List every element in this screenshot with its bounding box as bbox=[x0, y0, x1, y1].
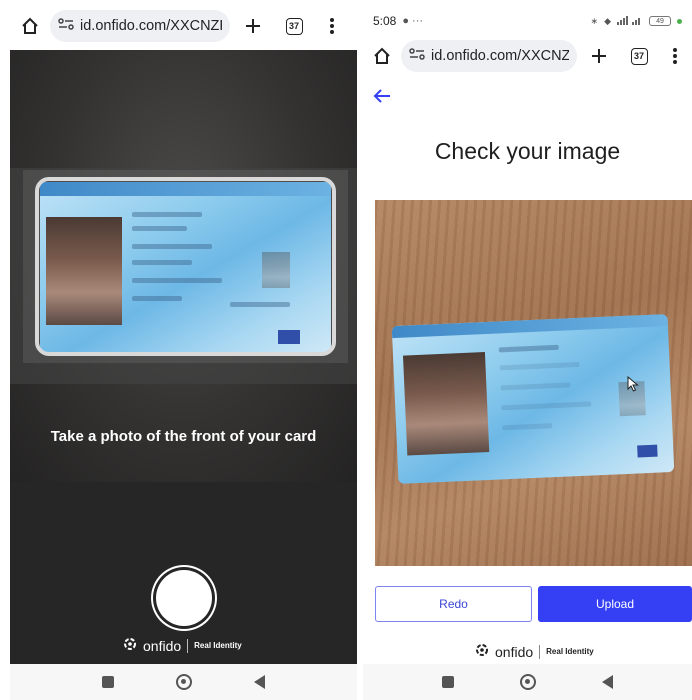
tab-count: 37 bbox=[630, 47, 648, 65]
tab-count: 37 bbox=[285, 17, 303, 35]
check-image-screen: 5:08 ● ··· ∗ ◆ 49 id.onfido.com/XXCNZRC … bbox=[363, 0, 692, 700]
privacy-indicator-icon bbox=[677, 18, 682, 24]
mute-icon: ◆ bbox=[604, 15, 611, 26]
more-menu-icon[interactable] bbox=[657, 40, 692, 72]
brand-divider bbox=[539, 644, 541, 659]
brand-divider bbox=[187, 638, 189, 653]
check-image-page: Check your image Redo Upload onfido Real… bbox=[363, 80, 692, 664]
signal-icon bbox=[617, 15, 643, 27]
onfido-logo-icon bbox=[123, 637, 137, 654]
capture-instruction: Take a photo of the front of your card bbox=[50, 428, 317, 445]
new-tab-icon[interactable] bbox=[230, 10, 276, 42]
status-time: 5:08 bbox=[373, 14, 397, 28]
address-bar[interactable]: id.onfido.com/XXCNZRC bbox=[401, 40, 577, 72]
page-title: Check your image bbox=[434, 138, 621, 164]
home-icon[interactable] bbox=[363, 40, 401, 72]
address-bar[interactable]: id.onfido.com/XXCNZRC bbox=[50, 10, 230, 42]
home-icon[interactable] bbox=[10, 10, 50, 42]
site-settings-icon[interactable] bbox=[409, 48, 425, 64]
captured-image bbox=[375, 200, 692, 566]
home-nav-icon[interactable] bbox=[520, 674, 536, 690]
brand-tagline: Real Identity bbox=[194, 641, 242, 650]
site-settings-icon[interactable] bbox=[58, 18, 74, 34]
tab-switcher-button[interactable]: 37 bbox=[621, 40, 657, 72]
card-alignment-frame bbox=[35, 177, 336, 356]
url-text: id.onfido.com/XXCNZRC bbox=[80, 18, 222, 34]
more-menu-icon[interactable] bbox=[312, 10, 352, 42]
home-nav-icon[interactable] bbox=[176, 674, 192, 690]
onfido-logo-icon bbox=[475, 643, 489, 660]
system-nav-bar bbox=[363, 664, 692, 700]
bluetooth-icon: ∗ bbox=[590, 15, 599, 26]
upload-button[interactable]: Upload bbox=[538, 586, 692, 622]
system-nav-bar bbox=[10, 664, 357, 700]
back-arrow-icon[interactable] bbox=[373, 88, 391, 108]
brand-tagline: Real Identity bbox=[546, 647, 594, 656]
camera-capture-screen: id.onfido.com/XXCNZRC 37 Ta bbox=[10, 0, 357, 700]
id-card-photo bbox=[391, 314, 675, 484]
back-nav-icon[interactable] bbox=[602, 675, 613, 689]
brand-name: onfido bbox=[495, 643, 534, 660]
recents-icon[interactable] bbox=[442, 676, 454, 688]
mouse-cursor-icon bbox=[627, 375, 639, 397]
new-tab-icon[interactable] bbox=[577, 40, 621, 72]
tab-switcher-button[interactable]: 37 bbox=[276, 10, 312, 42]
recents-icon[interactable] bbox=[102, 676, 114, 688]
brand-name: onfido bbox=[143, 637, 182, 654]
notification-icon: ● ··· bbox=[402, 15, 424, 27]
url-text: id.onfido.com/XXCNZRC bbox=[431, 48, 569, 64]
onfido-branding: onfido Real Identity bbox=[123, 637, 242, 654]
shutter-button[interactable] bbox=[156, 570, 212, 626]
onfido-branding: onfido Real Identity bbox=[475, 643, 594, 660]
capture-controls: onfido Real Identity bbox=[10, 482, 357, 664]
status-bar: 5:08 ● ··· ∗ ◆ 49 bbox=[363, 10, 692, 32]
browser-toolbar: id.onfido.com/XXCNZRC 37 bbox=[363, 34, 692, 78]
back-nav-icon[interactable] bbox=[254, 675, 265, 689]
camera-viewfinder: Take a photo of the front of your card bbox=[10, 50, 357, 482]
browser-toolbar: id.onfido.com/XXCNZRC 37 bbox=[10, 4, 357, 48]
redo-button[interactable]: Redo bbox=[375, 586, 532, 622]
battery-icon: 49 bbox=[649, 16, 671, 26]
